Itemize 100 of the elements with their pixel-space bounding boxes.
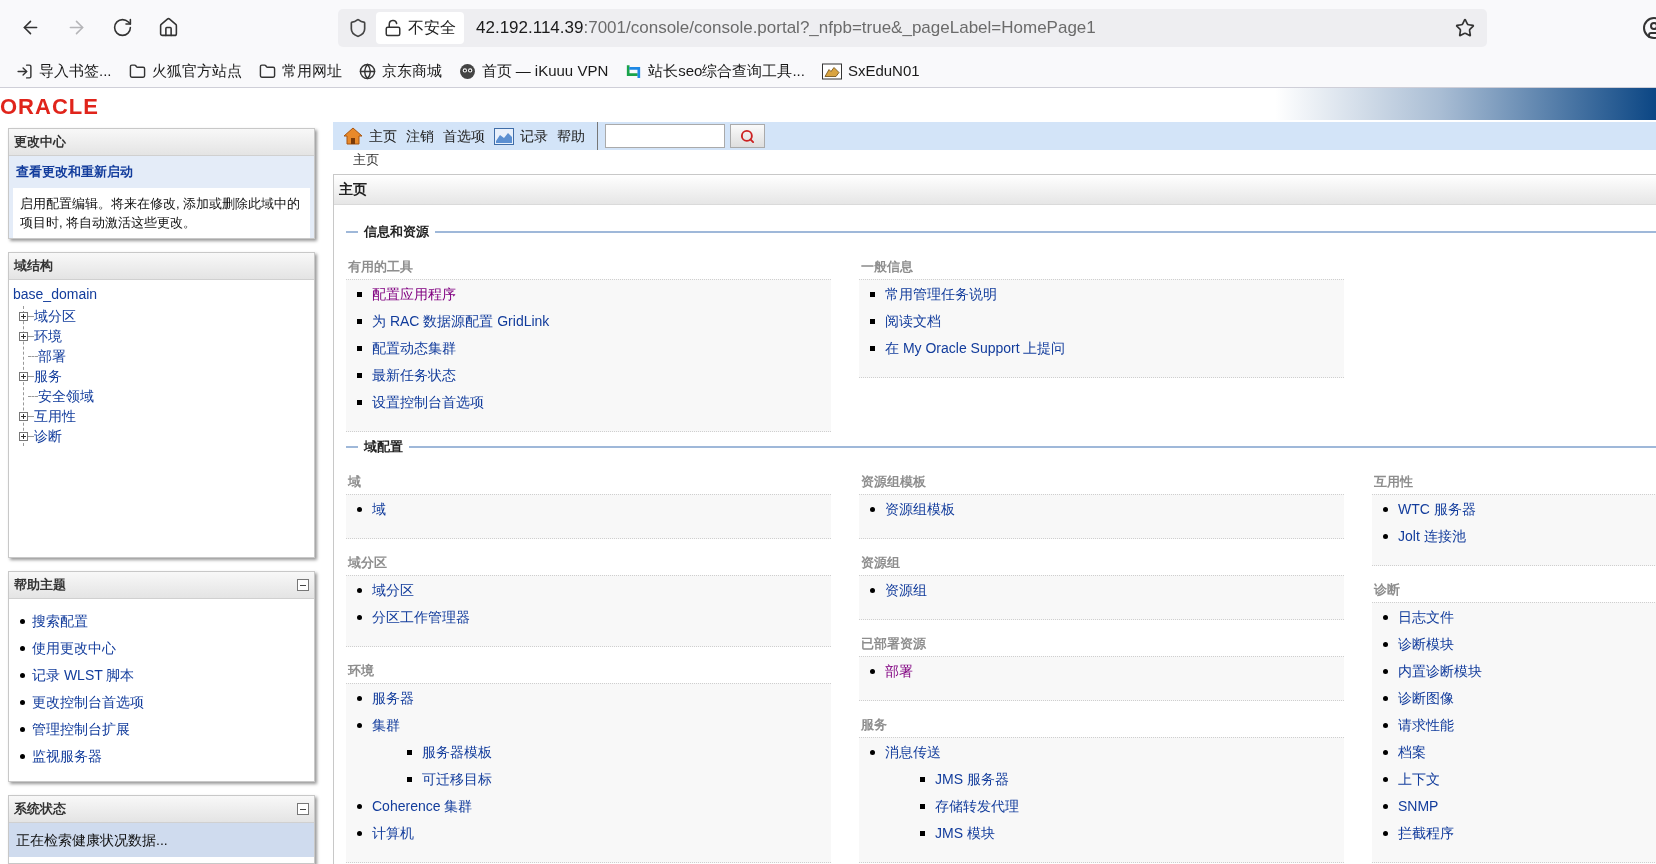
- link[interactable]: 资源组模板: [885, 498, 955, 520]
- link[interactable]: JMS 模块: [935, 822, 995, 844]
- link[interactable]: 最新任务状态: [372, 364, 456, 386]
- help-link[interactable]: 管理控制台扩展: [32, 719, 130, 740]
- link[interactable]: Coherence 集群: [372, 795, 473, 817]
- link[interactable]: JMS 服务器: [935, 768, 1009, 790]
- link[interactable]: 在 My Oracle Support 上提问: [885, 337, 1066, 359]
- tree-item[interactable]: 域分区: [34, 305, 76, 327]
- help-link[interactable]: 更改控制台首选项: [32, 692, 144, 713]
- tree-item[interactable]: 诊断: [34, 425, 62, 447]
- bullet-icon: [1383, 614, 1388, 620]
- group-title: 资源组: [860, 553, 901, 572]
- link[interactable]: 存储转发代理: [935, 795, 1019, 817]
- tree-item[interactable]: 互用性: [34, 405, 76, 427]
- link[interactable]: 消息传送: [885, 741, 941, 763]
- home-panel-title: 主页: [339, 179, 367, 199]
- link[interactable]: 服务器模板: [422, 741, 492, 763]
- link[interactable]: 日志文件: [1398, 606, 1454, 628]
- expand-icon[interactable]: [19, 331, 28, 341]
- toolbar-link[interactable]: 主页: [369, 125, 397, 147]
- bookmark[interactable]: SxEduN01: [821, 59, 920, 83]
- home-icon: [343, 127, 363, 145]
- link[interactable]: 为 RAC 数据源配置 GridLink: [372, 310, 550, 332]
- link[interactable]: 档案: [1398, 741, 1426, 763]
- collapse-icon[interactable]: [297, 803, 309, 815]
- link[interactable]: 阅读文档: [885, 310, 941, 332]
- panel-title: 帮助主题: [14, 576, 66, 595]
- bullet-icon: [357, 587, 362, 593]
- tree-item[interactable]: 安全领域: [38, 385, 94, 407]
- expand-icon[interactable]: [19, 411, 28, 421]
- bookmark[interactable]: 常用网址: [258, 59, 342, 83]
- group-title: 服务: [860, 715, 888, 734]
- bookmark[interactable]: 火狐官方站点: [128, 59, 242, 83]
- link[interactable]: 资源组: [885, 579, 927, 601]
- bullet-icon: [20, 727, 25, 732]
- toolbar-link[interactable]: 首选项: [443, 125, 485, 147]
- view-changes-link[interactable]: 查看更改和重新启动: [16, 162, 133, 182]
- link[interactable]: SNMP: [1398, 795, 1439, 817]
- link[interactable]: 配置应用程序: [372, 283, 456, 305]
- toolbar-link[interactable]: 记录: [520, 125, 548, 147]
- collapse-icon[interactable]: [297, 579, 309, 591]
- link[interactable]: Jolt 连接池: [1398, 525, 1466, 547]
- tree-item[interactable]: 环境: [34, 325, 62, 347]
- search-button[interactable]: [730, 124, 765, 148]
- help-link[interactable]: 记录 WLST 脚本: [32, 665, 135, 686]
- star-icon[interactable]: [1455, 17, 1475, 38]
- expand-icon[interactable]: [19, 311, 28, 321]
- bullet-icon: [1383, 803, 1388, 809]
- link[interactable]: 域分区: [372, 579, 414, 601]
- security-badge[interactable]: 不安全: [376, 11, 464, 44]
- link[interactable]: 集群: [372, 714, 400, 736]
- bullet-icon: [357, 291, 362, 297]
- search-field[interactable]: [605, 124, 725, 148]
- bookmark[interactable]: 京东商城: [358, 59, 442, 83]
- bullet-icon: [357, 722, 362, 728]
- bookmark[interactable]: 站长seo综合查询工具...: [625, 59, 805, 83]
- expand-icon[interactable]: [19, 371, 28, 381]
- bullet-icon: [1383, 641, 1388, 647]
- link[interactable]: 诊断模块: [1398, 633, 1454, 655]
- bullet-icon: [920, 830, 925, 836]
- toolbar-link[interactable]: 注销: [406, 125, 434, 147]
- status-message: 正在检索健康状况数据...: [9, 823, 314, 857]
- bullet-icon: [357, 830, 362, 836]
- link[interactable]: WTC 服务器: [1398, 498, 1476, 520]
- help-link[interactable]: 搜索配置: [32, 611, 88, 632]
- link[interactable]: 部署: [885, 660, 913, 682]
- link[interactable]: 内置诊断模块: [1398, 660, 1482, 682]
- address-bar[interactable]: 不安全 42.192.114.39:7001/console/console.portal?_nfpb=true&_pageLabel=HomePage1: [338, 8, 1487, 47]
- link[interactable]: 常用管理任务说明: [885, 283, 997, 305]
- section-title: 域配置: [362, 437, 404, 456]
- bullet-icon: [1383, 722, 1388, 728]
- link[interactable]: 服务器: [372, 687, 414, 709]
- link[interactable]: 计算机: [372, 822, 414, 844]
- help-link[interactable]: 使用更改中心: [32, 638, 116, 659]
- link[interactable]: 上下文: [1398, 768, 1440, 790]
- link[interactable]: 可迁移目标: [422, 768, 492, 790]
- expand-icon[interactable]: [19, 431, 28, 441]
- tree-item[interactable]: 部署: [38, 345, 66, 367]
- link[interactable]: 配置动态集群: [372, 337, 456, 359]
- bullet-icon: [407, 776, 412, 782]
- link[interactable]: 请求性能: [1398, 714, 1454, 736]
- tree-root[interactable]: base_domain: [13, 286, 98, 302]
- unlocked-icon: [384, 18, 402, 37]
- toolbar-link[interactable]: 帮助: [557, 125, 585, 147]
- help-link[interactable]: 监视服务器: [32, 746, 102, 767]
- panel-title: 系统状态: [14, 800, 66, 819]
- bullet-icon: [357, 803, 362, 809]
- link[interactable]: 分区工作管理器: [372, 606, 470, 628]
- bookmark[interactable]: 导入书签...: [16, 59, 112, 83]
- group-title: 有用的工具: [347, 257, 414, 276]
- link[interactable]: 设置控制台首选项: [372, 391, 484, 413]
- link[interactable]: 拦截程序: [1398, 822, 1454, 844]
- link[interactable]: 诊断图像: [1398, 687, 1454, 709]
- bullet-icon: [1383, 776, 1388, 782]
- bullet-icon: [20, 646, 25, 651]
- group-title: 互用性: [1373, 472, 1414, 491]
- tree-item[interactable]: 服务: [34, 365, 62, 387]
- link[interactable]: 域: [372, 498, 386, 520]
- bookmark[interactable]: 首页 — iKuuu VPN: [458, 59, 609, 83]
- bullet-icon: [407, 749, 412, 755]
